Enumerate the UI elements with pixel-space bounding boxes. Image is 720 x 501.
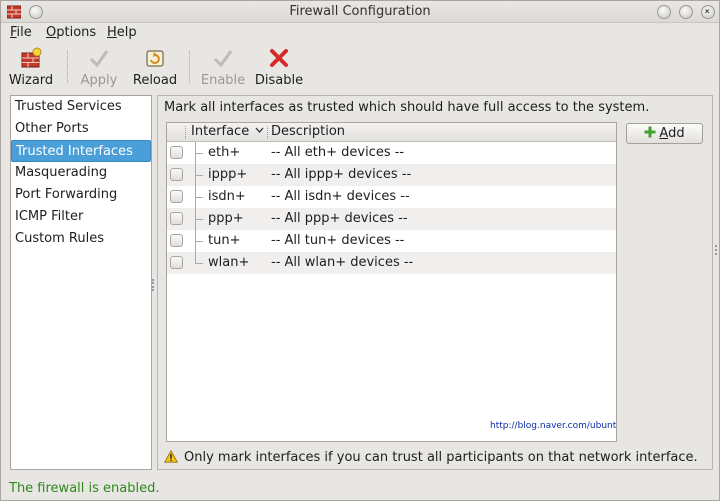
interface-description: -- All wlan+ devices --	[271, 255, 414, 270]
interface-name: eth+	[208, 145, 241, 160]
category-item-custom-rules[interactable]: Custom Rules	[11, 228, 151, 250]
interface-name: ppp+	[208, 211, 244, 226]
interface-description: -- All ppp+ devices --	[271, 211, 408, 226]
splitter-handle[interactable]	[152, 279, 156, 291]
menu-options-mnemonic: O	[46, 25, 57, 40]
reload-icon	[146, 50, 164, 67]
table-row[interactable]: ippp+ -- All ippp+ devices --	[167, 164, 616, 186]
warning-message: Only mark interfaces if you can trust al…	[164, 450, 698, 465]
trust-checkbox[interactable]	[170, 190, 183, 203]
table-row[interactable]: wlan+ -- All wlan+ devices --	[167, 252, 616, 274]
tree-line	[195, 142, 205, 164]
category-item-other-ports[interactable]: Other Ports	[11, 118, 151, 140]
window-title: Firewall Configuration	[289, 4, 431, 19]
menu-help-label: elp	[116, 25, 137, 40]
panel-description: Mark all interfaces as trusted which sho…	[164, 100, 650, 115]
table-row[interactable]: tun+ -- All tun+ devices --	[167, 230, 616, 252]
checkmark-icon	[89, 50, 109, 68]
category-item-masquerading[interactable]: Masquerading	[11, 162, 151, 184]
menu-bar: File Options Help	[1, 23, 719, 43]
interface-description: -- All isdn+ devices --	[271, 189, 410, 204]
add-button-label: dd	[668, 126, 685, 141]
watermark-text: http://blog.naver.com/ubuntuk	[490, 421, 617, 431]
chevron-down-icon	[255, 127, 264, 133]
tree-line	[195, 164, 205, 186]
menu-help-mnemonic: H	[107, 25, 117, 40]
tree-line	[195, 208, 205, 230]
side-resize-handle[interactable]	[715, 245, 718, 255]
trust-checkbox[interactable]	[170, 212, 183, 225]
disable-label: Disable	[254, 73, 304, 88]
warning-triangle-icon	[164, 450, 178, 463]
green-plus-icon	[644, 126, 656, 138]
trust-checkbox[interactable]	[170, 256, 183, 269]
warning-text: Only mark interfaces if you can trust al…	[184, 450, 698, 465]
column-header-description[interactable]: Description	[271, 124, 345, 139]
menu-file[interactable]: File	[10, 25, 32, 40]
wizard-button[interactable]: Wizard	[1, 45, 61, 89]
minimize-button[interactable]	[657, 5, 671, 19]
close-icon	[705, 9, 710, 14]
enable-button[interactable]: Enable	[193, 45, 253, 89]
reload-label: Reload	[132, 73, 178, 88]
menu-options-label: ptions	[56, 25, 97, 40]
enable-label: Enable	[200, 73, 246, 88]
table-row[interactable]: isdn+ -- All isdn+ devices --	[167, 186, 616, 208]
tree-line	[195, 186, 205, 208]
category-item-icmp-filter[interactable]: ICMP Filter	[11, 206, 151, 228]
maximize-button[interactable]	[679, 5, 693, 19]
add-button[interactable]: Add	[626, 123, 703, 144]
column-separator	[267, 126, 268, 139]
table-row[interactable]: eth+ -- All eth+ devices --	[167, 142, 616, 164]
interfaces-table: Interface Description eth+ -- All eth+ d…	[166, 122, 617, 442]
wizard-brick-icon	[21, 47, 42, 68]
apply-button[interactable]: Apply	[69, 45, 129, 89]
close-button[interactable]	[701, 5, 715, 19]
red-x-icon	[270, 49, 288, 67]
disable-button[interactable]: Disable	[249, 45, 309, 89]
tree-line	[195, 230, 205, 252]
category-list: Trusted Services Other Ports Trusted Int…	[10, 95, 152, 470]
checkmark-icon	[213, 50, 233, 68]
column-separator	[185, 126, 186, 139]
title-bar[interactable]: Firewall Configuration	[1, 1, 719, 23]
column-header-interface[interactable]: Interface	[191, 124, 264, 139]
toolbar-separator	[189, 51, 191, 83]
category-item-trusted-interfaces[interactable]: Trusted Interfaces	[11, 140, 151, 162]
interface-description: -- All eth+ devices --	[271, 145, 405, 160]
menu-help[interactable]: Help	[107, 25, 137, 40]
wizard-label: Wizard	[8, 73, 54, 88]
status-text: The firewall is enabled.	[9, 481, 160, 496]
column-header-interface-label: Interface	[191, 124, 250, 139]
trust-checkbox[interactable]	[170, 168, 183, 181]
interface-name: tun+	[208, 233, 241, 248]
interface-name: wlan+	[208, 255, 250, 270]
category-item-port-forwarding[interactable]: Port Forwarding	[11, 184, 151, 206]
toolbar: Wizard Apply Reload Enable Disable	[1, 43, 719, 91]
trust-checkbox[interactable]	[170, 146, 183, 159]
table-header: Interface Description	[167, 123, 616, 142]
reload-button[interactable]: Reload	[125, 45, 185, 89]
category-item-trusted-services[interactable]: Trusted Services	[11, 96, 151, 118]
interface-description: -- All ippp+ devices --	[271, 167, 412, 182]
trusted-interfaces-panel: Mark all interfaces as trusted which sho…	[157, 95, 713, 470]
tree-line	[195, 252, 205, 274]
interface-name: isdn+	[208, 189, 246, 204]
trust-checkbox[interactable]	[170, 234, 183, 247]
menu-file-label: ile	[16, 25, 32, 40]
interface-description: -- All tun+ devices --	[271, 233, 405, 248]
apply-label: Apply	[80, 73, 118, 88]
firewall-window: Firewall Configuration File Options Help	[0, 0, 720, 501]
menu-options[interactable]: Options	[46, 25, 96, 40]
table-row[interactable]: ppp+ -- All ppp+ devices --	[167, 208, 616, 230]
interface-name: ippp+	[208, 167, 248, 182]
add-button-mnemonic: A	[659, 126, 669, 141]
